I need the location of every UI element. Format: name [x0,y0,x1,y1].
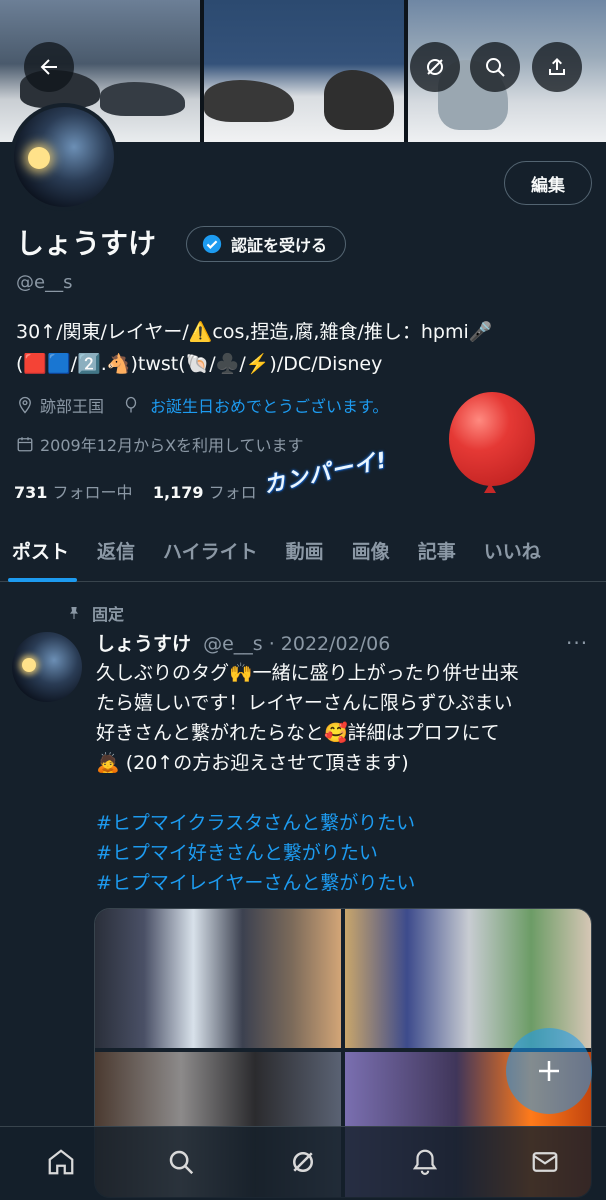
nav-grok[interactable] [286,1145,320,1179]
pinned-indicator: 固定 [66,601,124,625]
post-more-icon[interactable]: ··· [566,631,588,655]
tab-replies[interactable]: 返信 [83,520,149,580]
get-verified-label: 認証を受ける [231,236,328,255]
post-text-line: 久しぶりのタグ🙌一緒に盛り上がったり併せ出来 [96,662,519,684]
notifications-icon [412,1149,438,1175]
nav-home[interactable] [44,1145,78,1179]
share-button[interactable] [532,42,582,92]
profile-tabs: ポスト 返信 ハイライト 動画 画像 記事 いいね [0,520,606,582]
balloon-knot [484,483,496,493]
follow-stats: 731 フォロー中 1,179 フォロ [14,479,257,503]
back-arrow-icon [40,59,57,75]
search-button[interactable] [470,42,520,92]
post-author-avatar[interactable] [12,632,82,702]
following-link[interactable]: 731 フォロー中 [14,483,133,502]
following-label: フォロー中 [52,483,133,502]
tab-images[interactable]: 画像 [338,520,404,580]
post-author-name[interactable]: しょうすけ [96,633,191,655]
bio-line: 30↑/関東/レイヤー/⚠️cos,捏造,腐,雑食/推し：hpmi🎤 [16,321,493,343]
tab-highlights[interactable]: ハイライト [149,520,272,580]
post-text-line: 好きさんと繋がれたらなと🥰詳細はプロフにて [96,722,500,744]
followers-count: 1,179 [152,483,204,502]
avatar [14,107,114,207]
back-button[interactable] [24,42,74,92]
post-text-line: たら嬉しいです！レイヤーさんに限らずひぷまい [96,692,513,714]
grok-icon [427,59,443,75]
grok-icon [293,1152,313,1172]
plus-icon [539,1061,559,1081]
birthday-link[interactable]: お誕生日おめでとうございます。 [150,393,388,417]
share-icon [549,58,565,75]
hashtag-link[interactable]: #ヒプマイレイヤーさんと繋がりたい [96,868,415,898]
followers-label: フォロ [208,483,257,502]
bio-line: (🟥🟦/2️⃣.🐴)twst(🐚/♣️/⚡️)/DC/Disney [16,353,383,375]
balloon-icon [125,396,137,413]
post-image[interactable] [95,909,341,1048]
explore-search-icon [169,1150,194,1175]
verified-badge-icon [202,234,222,254]
post-body: 久しぶりのタグ🙌一緒に盛り上がったり併せ出来 たら嬉しいです！レイヤーさんに限ら… [96,658,596,778]
tab-likes[interactable]: いいね [470,520,555,580]
post-header: しょうすけ @e__s · 2022/02/06 [96,629,390,656]
post-hashtags: #ヒプマイクラスタさんと繋がりたい #ヒプマイ好きさんと繋がりたい #ヒプマイレ… [96,808,415,898]
profile-avatar[interactable] [10,103,118,211]
hashtag-link[interactable]: #ヒプマイクラスタさんと繋がりたい [96,808,415,838]
post-text-line: 🙇 (20↑の方お迎えさせて頂きます) [96,752,409,774]
profile-location: 跡部王国 [40,397,105,416]
tab-posts[interactable]: ポスト [0,520,83,582]
home-icon [48,1149,74,1175]
profile-meta-row: 跡部王国 お誕生日おめでとうございます。 [16,393,388,417]
location-icon [19,396,31,414]
messages-icon [532,1152,558,1172]
grok-button[interactable] [410,42,460,92]
calendar-icon [17,437,33,452]
hashtag-link[interactable]: #ヒプマイ好きさんと繋がりたい [96,838,415,868]
joined-row: 2009年12月からXを利用しています [16,432,304,456]
edit-profile-button[interactable]: 編集 [504,161,592,205]
following-count: 731 [14,483,48,502]
nav-messages[interactable] [528,1145,562,1179]
birthday-balloon [449,392,535,486]
post-image[interactable] [345,909,591,1048]
profile-handle: @e__s [16,272,73,293]
profile-name: しょうすけ [16,227,157,260]
profile-bio: 30↑/関東/レイヤー/⚠️cos,捏造,腐,雑食/推し：hpmi🎤 (🟥🟦/2… [16,316,596,380]
nav-explore[interactable] [164,1145,198,1179]
followers-link[interactable]: 1,179 フォロ [153,483,257,502]
tab-articles[interactable]: 記事 [404,520,470,580]
bottom-navigation [0,1126,606,1200]
pin-icon [70,607,78,619]
banner-photo-2 [204,0,404,142]
joined-date: 2009年12月からXを利用しています [40,436,304,455]
get-verified-button[interactable]: 認証を受ける [186,226,347,262]
post-meta: @e__s · 2022/02/06 [203,633,391,655]
tab-videos[interactable]: 動画 [272,520,338,580]
nav-notifications[interactable] [408,1145,442,1179]
search-icon [486,58,505,77]
pinned-label: 固定 [92,605,125,624]
compose-post-button[interactable] [506,1028,592,1114]
